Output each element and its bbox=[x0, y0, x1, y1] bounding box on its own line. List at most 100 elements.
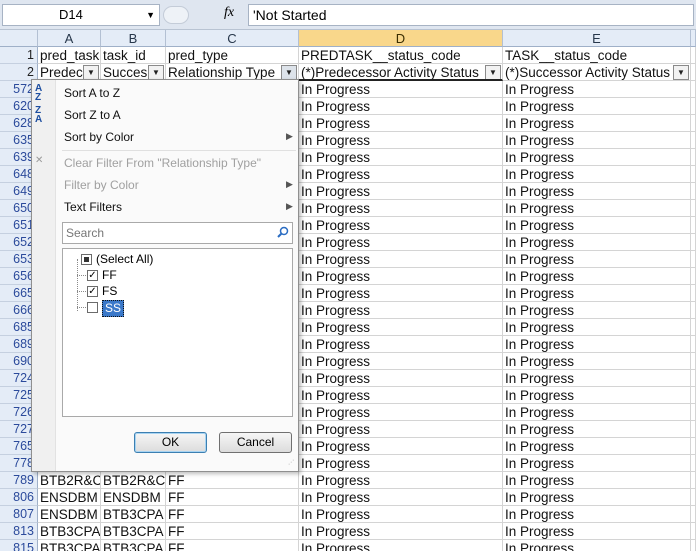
cell-e[interactable]: In Progress bbox=[503, 200, 691, 217]
cell-d[interactable]: In Progress bbox=[299, 387, 503, 404]
cell-f[interactable] bbox=[691, 234, 696, 251]
select-all-checkbox[interactable] bbox=[81, 254, 92, 265]
filter-values-list[interactable]: (Select All) ✓ FF ✓ FS SS bbox=[62, 248, 293, 417]
cell-f[interactable] bbox=[691, 404, 696, 421]
column-header-e[interactable]: E bbox=[503, 30, 691, 47]
cell-f[interactable] bbox=[691, 387, 696, 404]
cell-f[interactable] bbox=[691, 98, 696, 115]
cell-e[interactable]: In Progress bbox=[503, 523, 691, 540]
cell-f[interactable] bbox=[691, 353, 696, 370]
cell-f[interactable] bbox=[691, 183, 696, 200]
cell-d[interactable]: In Progress bbox=[299, 523, 503, 540]
row-header[interactable]: 815 bbox=[0, 540, 38, 551]
cell-d[interactable]: In Progress bbox=[299, 81, 503, 98]
cell-e[interactable]: In Progress bbox=[503, 438, 691, 455]
cell-e[interactable]: In Progress bbox=[503, 421, 691, 438]
cell-e[interactable]: In Progress bbox=[503, 387, 691, 404]
menu-clear-filter[interactable]: Clear Filter From "Relationship Type" bbox=[64, 156, 261, 170]
cell-f[interactable] bbox=[691, 489, 696, 506]
cell-c[interactable]: FF bbox=[166, 523, 299, 540]
cancel-button[interactable]: Cancel bbox=[219, 432, 292, 453]
cell-e[interactable]: In Progress bbox=[503, 98, 691, 115]
column-header-b[interactable]: B bbox=[101, 30, 166, 47]
cell-a[interactable]: BTB3CPA bbox=[38, 540, 101, 551]
cell-e[interactable]: In Progress bbox=[503, 540, 691, 551]
cell-e[interactable]: In Progress bbox=[503, 217, 691, 234]
header-cell-a1[interactable]: pred_task bbox=[38, 47, 101, 64]
cell-b[interactable]: BTB2R&C bbox=[101, 472, 166, 489]
filter-dropdown-button-b[interactable]: ▼ bbox=[148, 65, 164, 80]
header-cell-d2[interactable]: (*)Predecessor Activity Status ▼ bbox=[299, 64, 503, 81]
menu-sort-by-color[interactable]: Sort by Color ▶ bbox=[64, 130, 294, 144]
cell-d[interactable]: In Progress bbox=[299, 438, 503, 455]
cell-c[interactable]: FF bbox=[166, 540, 299, 551]
ok-button[interactable]: OK bbox=[134, 432, 207, 453]
cell-d[interactable]: In Progress bbox=[299, 98, 503, 115]
cell-d[interactable]: In Progress bbox=[299, 336, 503, 353]
cell-f[interactable] bbox=[691, 506, 696, 523]
row-header-1[interactable]: 1 bbox=[0, 47, 38, 64]
cell-f[interactable] bbox=[691, 302, 696, 319]
cell-d[interactable]: In Progress bbox=[299, 183, 503, 200]
menu-sort-a-to-z[interactable]: Sort A to Z bbox=[64, 86, 120, 100]
cell-f[interactable] bbox=[691, 336, 696, 353]
cell-e[interactable]: In Progress bbox=[503, 302, 691, 319]
filter-dropdown-button-a[interactable]: ▼ bbox=[83, 65, 99, 80]
cell-f[interactable] bbox=[691, 268, 696, 285]
header-cell-f2[interactable] bbox=[691, 64, 696, 81]
cell-f[interactable] bbox=[691, 285, 696, 302]
cell-e[interactable]: In Progress bbox=[503, 115, 691, 132]
cell-f[interactable] bbox=[691, 540, 696, 551]
menu-sort-z-to-a[interactable]: Sort Z to A bbox=[64, 108, 121, 122]
cell-e[interactable]: In Progress bbox=[503, 234, 691, 251]
cell-e[interactable]: In Progress bbox=[503, 489, 691, 506]
header-cell-d1[interactable]: PREDTASK__status_code bbox=[299, 47, 503, 64]
cell-b[interactable]: BTB3CPA bbox=[101, 506, 166, 523]
chevron-down-icon[interactable]: ▼ bbox=[146, 5, 155, 25]
cell-e[interactable]: In Progress bbox=[503, 319, 691, 336]
cell-f[interactable] bbox=[691, 472, 696, 489]
cell-e[interactable]: In Progress bbox=[503, 404, 691, 421]
cell-d[interactable]: In Progress bbox=[299, 540, 503, 551]
cell-d[interactable]: In Progress bbox=[299, 370, 503, 387]
ss-checkbox[interactable] bbox=[87, 302, 98, 313]
menu-filter-by-color[interactable]: Filter by Color ▶ bbox=[64, 178, 294, 192]
cell-b[interactable]: BTB3CPA bbox=[101, 523, 166, 540]
cell-e[interactable]: In Progress bbox=[503, 166, 691, 183]
cell-f[interactable] bbox=[691, 115, 696, 132]
cell-b[interactable]: ENSDBM bbox=[101, 489, 166, 506]
search-icon[interactable] bbox=[277, 226, 289, 238]
column-header-c[interactable]: C bbox=[166, 30, 299, 47]
cell-d[interactable]: In Progress bbox=[299, 115, 503, 132]
cell-d[interactable]: In Progress bbox=[299, 268, 503, 285]
cell-a[interactable]: BTB3CPA bbox=[38, 523, 101, 540]
cell-d[interactable]: In Progress bbox=[299, 234, 503, 251]
cell-f[interactable] bbox=[691, 81, 696, 98]
cell-e[interactable]: In Progress bbox=[503, 285, 691, 302]
cell-f[interactable] bbox=[691, 217, 696, 234]
ff-checkbox[interactable]: ✓ bbox=[87, 270, 98, 281]
row-header[interactable]: 813 bbox=[0, 523, 38, 540]
cell-e[interactable]: In Progress bbox=[503, 132, 691, 149]
cell-e[interactable]: In Progress bbox=[503, 183, 691, 200]
cell-d[interactable]: In Progress bbox=[299, 455, 503, 472]
row-header[interactable]: 807 bbox=[0, 506, 38, 523]
cell-d[interactable]: In Progress bbox=[299, 472, 503, 489]
cell-d[interactable]: In Progress bbox=[299, 302, 503, 319]
column-header-f[interactable] bbox=[691, 30, 696, 47]
cell-d[interactable]: In Progress bbox=[299, 200, 503, 217]
cell-f[interactable] bbox=[691, 200, 696, 217]
cell-f[interactable] bbox=[691, 523, 696, 540]
cell-d[interactable]: In Progress bbox=[299, 319, 503, 336]
cell-f[interactable] bbox=[691, 319, 696, 336]
menu-text-filters[interactable]: Text Filters ▶ bbox=[64, 200, 294, 214]
cell-d[interactable]: In Progress bbox=[299, 217, 503, 234]
cell-f[interactable] bbox=[691, 455, 696, 472]
formula-input[interactable]: 'Not Started bbox=[248, 4, 694, 26]
filter-active-icon-d[interactable]: ▼ bbox=[485, 65, 501, 79]
cell-c[interactable]: FF bbox=[166, 506, 299, 523]
name-box[interactable]: D14 ▼ bbox=[2, 4, 160, 26]
cell-d[interactable]: In Progress bbox=[299, 251, 503, 268]
filter-active-icon-e[interactable]: ▼ bbox=[673, 65, 689, 80]
cell-a[interactable]: BTB2R&C bbox=[38, 472, 101, 489]
